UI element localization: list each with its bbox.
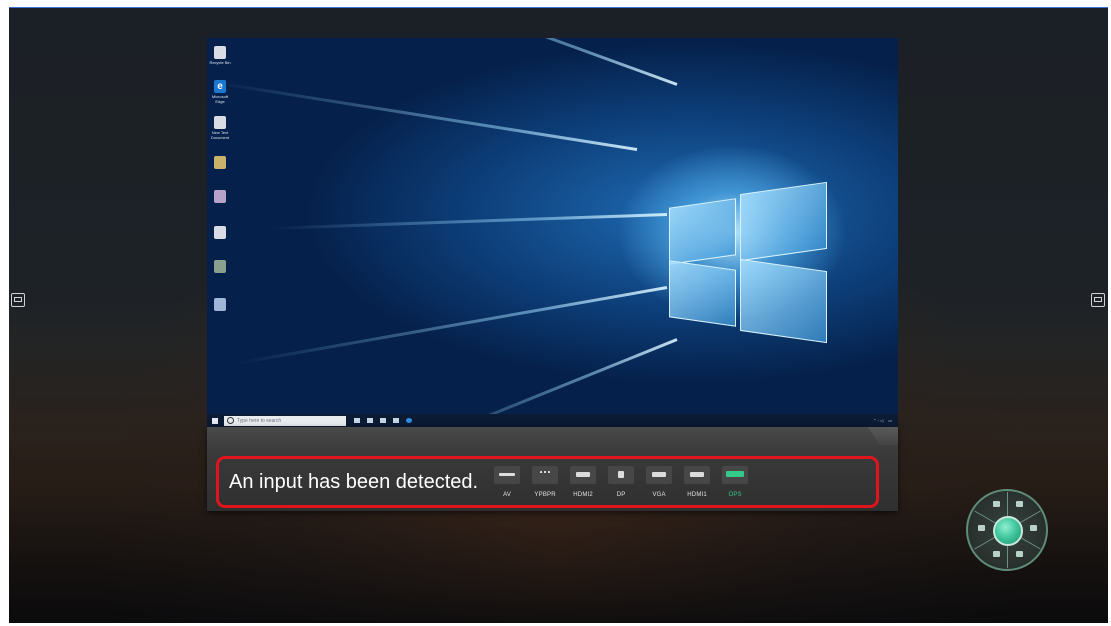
windows-desktop-preview: Recycle Bin e Microsoft Edge New Text Do… [207,38,898,427]
source-av[interactable]: AV [492,466,522,498]
app-icon[interactable] [209,226,231,239]
settings-icon[interactable] [978,525,985,531]
left-side-menu-icon[interactable] [11,293,25,307]
windows-start-icon[interactable] [212,417,218,424]
source-ypbpr[interactable]: YPBPR [530,466,560,498]
floating-quick-menu[interactable] [966,489,1048,571]
app-icon[interactable] [209,156,231,169]
source-label: DP [616,492,626,498]
ypbpr-port-icon [532,466,559,484]
windows-logo-pane [740,258,827,344]
file-explorer-icon[interactable] [367,418,373,423]
source-dp[interactable]: DP [606,466,636,498]
recycle-bin-icon[interactable]: Recycle Bin [209,46,231,65]
light-beam [233,286,668,366]
source-label: YPBPR [534,492,556,498]
light-beam [267,213,668,230]
recycle-bin-glyph [214,46,226,59]
annotate-icon[interactable] [1016,551,1023,557]
desktop-icon-label: Recycle Bin [209,60,231,65]
system-tray: ⌃ ◦ ◁ ▭ [873,418,892,423]
light-beam [375,38,678,86]
av-port-icon [494,466,521,484]
cortana-icon [227,417,234,424]
source-hdmi2[interactable]: HDMI2 [568,466,598,498]
windows-logo-pane [740,181,827,262]
app-icon[interactable] [209,260,231,273]
app-glyph [214,260,226,273]
source-vga[interactable]: VGA [644,466,674,498]
store-icon[interactable] [380,418,386,423]
toolbox-icon[interactable] [993,551,1000,557]
notification-icon[interactable]: ▭ [888,418,892,423]
taskbar-search-box[interactable]: Type here to search [224,415,346,426]
light-beam [212,80,638,151]
hdmi-port-icon [684,466,711,484]
source-label: OPS [728,492,742,498]
windows-taskbar: Type here to search ⌃ ◦ ◁ ▭ [207,414,898,427]
desktop-icon-label: Microsoft Edge [211,94,229,104]
source-label: AV [503,492,512,498]
edge-glyph: e [214,80,226,93]
vga-port-icon [646,466,673,484]
input-detected-message: An input has been detected. [229,470,479,493]
app-icon[interactable] [209,190,231,203]
right-side-menu-icon[interactable] [1091,293,1105,307]
source-label: HDMI1 [687,492,707,498]
desktop-icon-label: New Text Document [210,130,230,140]
mail-icon[interactable] [393,418,399,423]
source-ops[interactable]: OPS [720,466,750,498]
panel-tab [868,427,898,445]
app-glyph [214,156,226,169]
edge-icon[interactable]: e Microsoft Edge [209,80,231,104]
quick-menu-center-button[interactable] [993,516,1023,546]
tray-icons[interactable]: ⌃ ◦ ◁ [873,418,883,423]
taskbar-pinned-apps [354,418,412,423]
app-glyph [214,190,226,203]
edge-taskbar-icon[interactable] [406,418,412,423]
source-label: HDMI2 [573,492,593,498]
source-hdmi1[interactable]: HDMI1 [682,466,712,498]
input-source-list: AV YPBPR HDMI2 DP VGA HDMI1 OPS [492,466,750,498]
home-icon[interactable] [1016,501,1023,507]
text-document-icon[interactable]: New Text Document [209,116,231,140]
ops-icon [722,466,749,484]
task-view-icon[interactable] [354,418,360,423]
file-icon[interactable] [209,298,231,311]
displayport-icon [608,466,635,484]
text-document-glyph [214,116,226,129]
hdmi-port-icon [570,466,597,484]
input-detected-bar: An input has been detected. AV YPBPR HDM… [216,456,879,508]
app-glyph [214,226,226,239]
back-icon[interactable] [993,501,1000,507]
search-placeholder: Type here to search [237,417,282,424]
windows-logo-pane [669,260,736,327]
source-label: VGA [652,492,666,498]
windows-logo-pane [669,198,736,265]
sources-icon[interactable] [1030,525,1037,531]
file-glyph [214,298,226,311]
